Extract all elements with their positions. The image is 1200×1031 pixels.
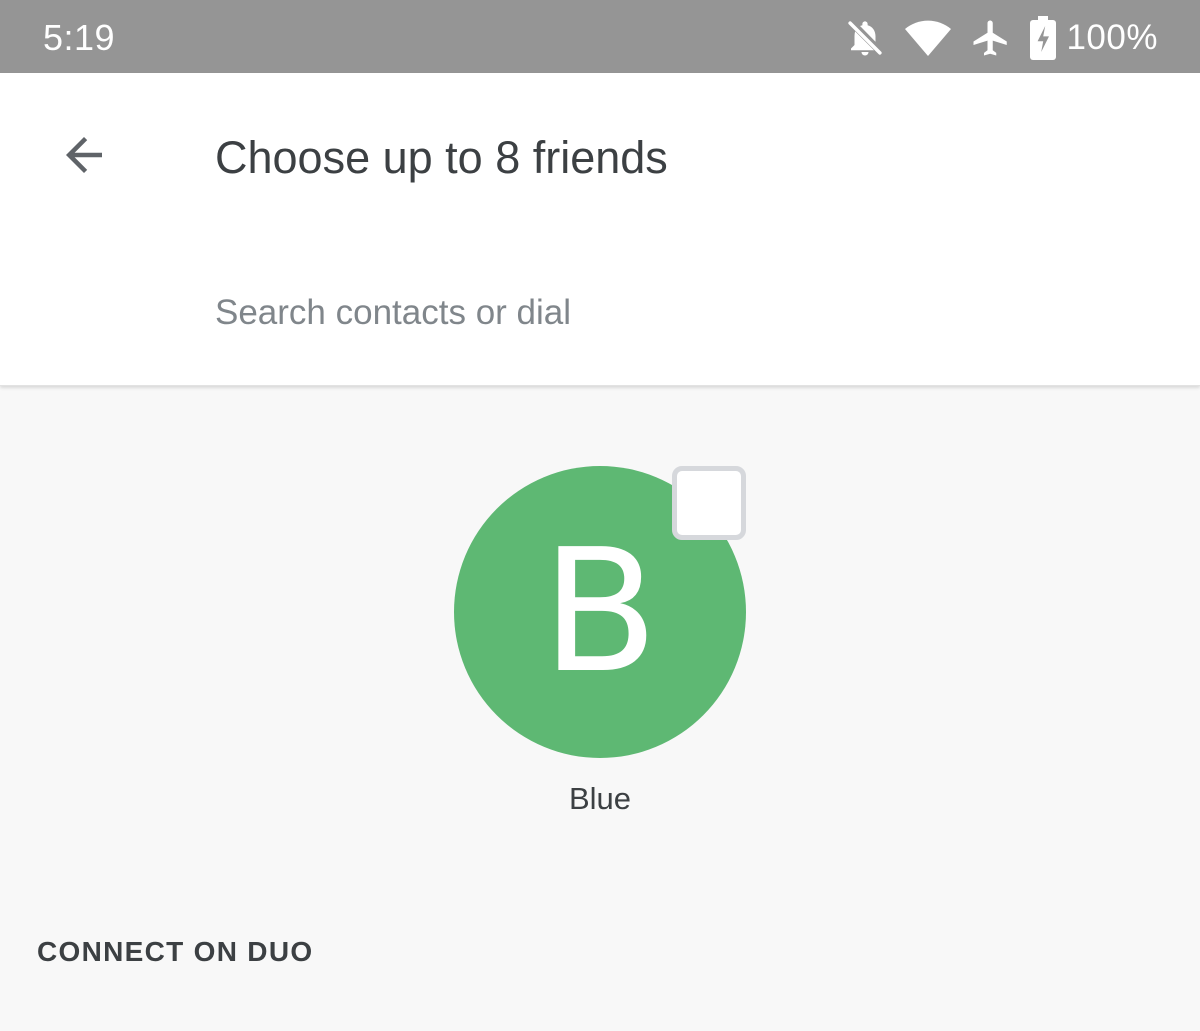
select-checkbox[interactable]	[672, 466, 746, 540]
status-bar: 5:19 100%	[0, 0, 1200, 73]
status-time: 5:19	[43, 17, 116, 58]
avatar-initial: B	[541, 513, 659, 711]
status-icons: 100%	[844, 14, 1158, 62]
airplane-mode-icon	[970, 17, 1012, 59]
section-header-connect-on-duo: CONNECT ON DUO	[37, 936, 314, 967]
notifications-off-icon	[844, 16, 886, 60]
app-header: Choose up to 8 friends	[0, 73, 1200, 386]
contact-name: Blue	[568, 781, 632, 816]
battery-charging-icon	[1030, 16, 1057, 60]
search-input[interactable]	[215, 283, 1115, 343]
page-title: Choose up to 8 friends	[215, 132, 668, 183]
battery-percent: 100%	[1066, 18, 1158, 57]
arrow-back-icon	[57, 128, 111, 187]
wifi-icon	[904, 18, 952, 58]
back-button[interactable]	[44, 117, 124, 197]
